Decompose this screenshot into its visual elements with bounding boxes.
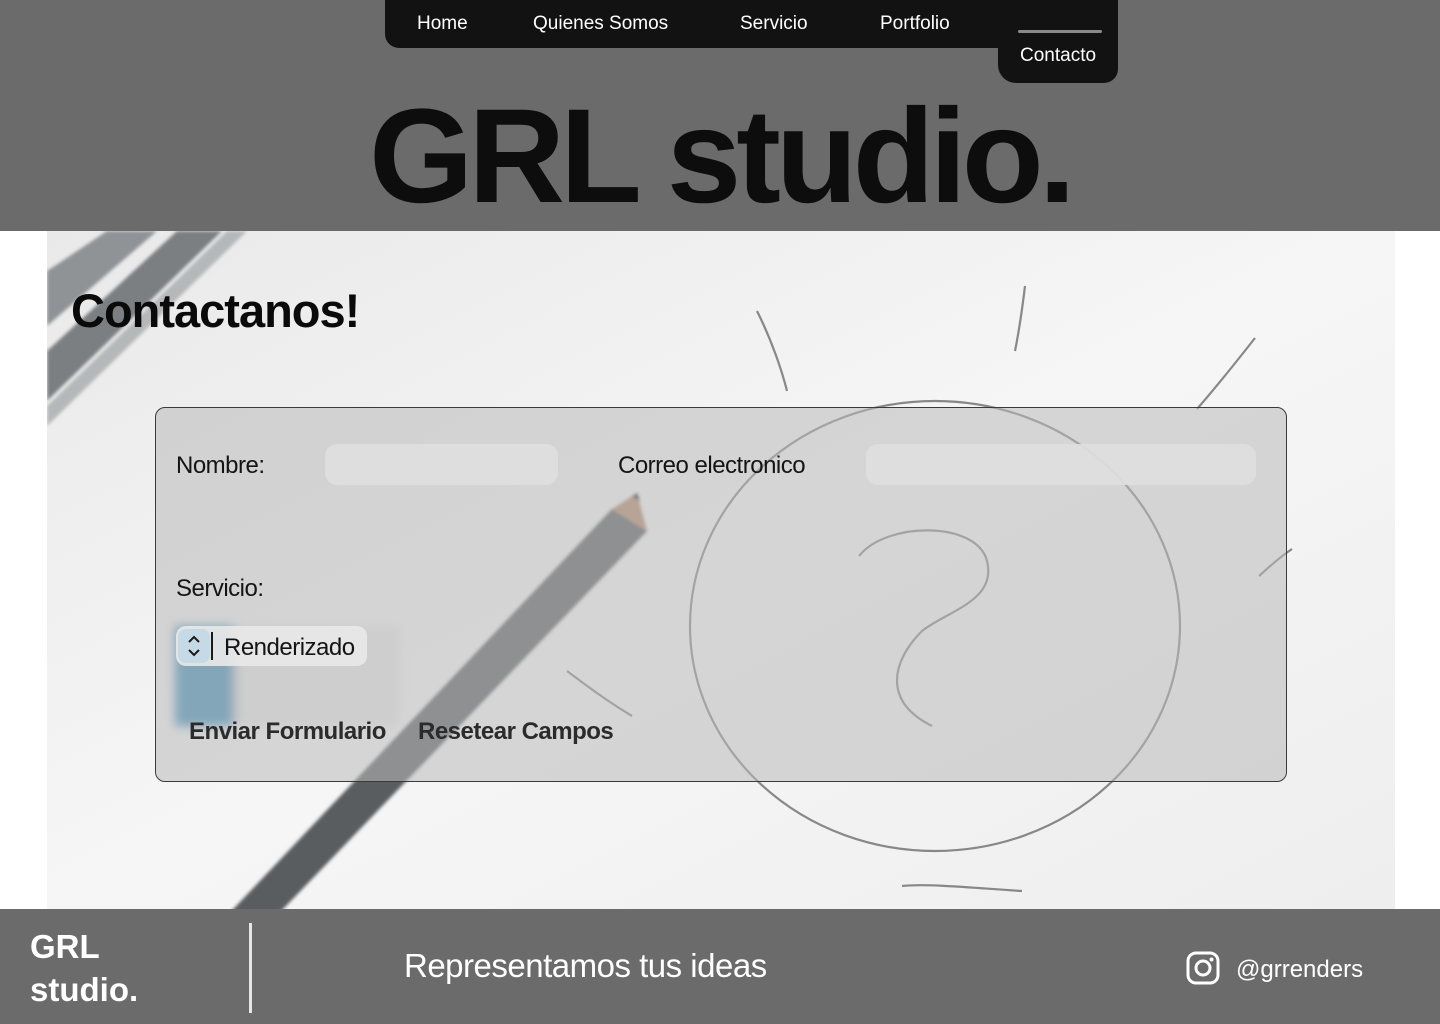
service-label: Servicio: — [176, 575, 264, 602]
email-field[interactable] — [866, 444, 1256, 485]
instagram-icon[interactable] — [1186, 951, 1220, 985]
email-label: Correo electronico — [618, 452, 806, 479]
page: Home Quienes Somos Servicio Portfolio Co… — [0, 0, 1440, 1024]
contact-form: Nombre: Correo electronico Servicio: Ren… — [155, 407, 1287, 782]
nav-item-quienes-somos[interactable]: Quienes Somos — [533, 13, 668, 35]
contact-section: Contactanos! Nombre: Correo electronico … — [47, 231, 1395, 909]
submit-button[interactable]: Enviar Formulario — [189, 718, 386, 746]
service-select[interactable]: Renderizado — [176, 626, 367, 666]
site-header: Home Quienes Somos Servicio Portfolio Co… — [0, 0, 1440, 231]
brand-title: GRL studio. — [369, 82, 1076, 231]
nav-item-contacto[interactable]: Contacto — [1020, 45, 1096, 67]
instagram-handle[interactable]: @grrenders — [1236, 956, 1363, 984]
footer-divider — [249, 923, 252, 1013]
nav-item-servicio[interactable]: Servicio — [740, 13, 808, 35]
gutter-right — [1395, 231, 1440, 909]
nav-item-portfolio[interactable]: Portfolio — [880, 13, 950, 35]
name-label: Nombre: — [176, 452, 265, 479]
site-footer: GRL studio. Representamos tus ideas @grr… — [0, 909, 1440, 1024]
nav-item-contacto-active[interactable]: Contacto — [998, 30, 1118, 83]
select-arrows-icon — [178, 629, 210, 663]
select-divider — [211, 632, 213, 660]
reset-button[interactable]: Resetear Campos — [418, 718, 614, 746]
gutter-left — [0, 231, 47, 909]
contact-heading: Contactanos! — [71, 284, 360, 337]
footer-tagline: Representamos tus ideas — [404, 947, 767, 984]
active-indicator — [1018, 30, 1102, 33]
footer-brand: GRL studio. — [30, 928, 139, 1008]
name-field[interactable] — [325, 444, 558, 485]
nav-item-home[interactable]: Home — [417, 13, 468, 35]
service-selected-value: Renderizado — [224, 634, 355, 661]
